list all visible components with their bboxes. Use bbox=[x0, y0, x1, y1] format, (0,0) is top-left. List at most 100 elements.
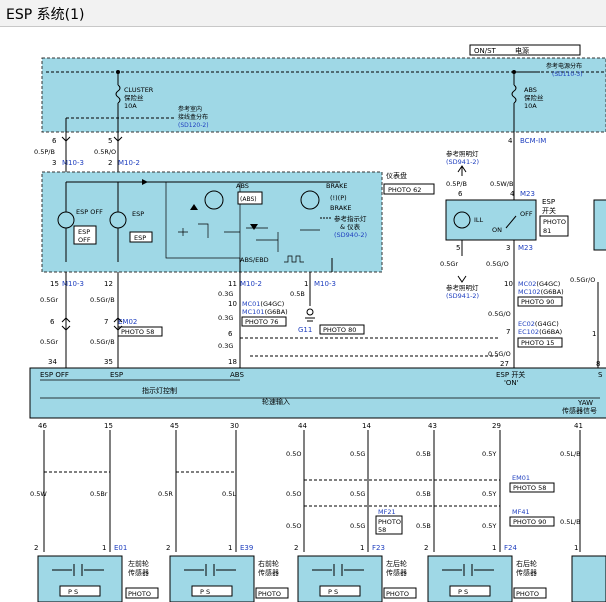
esp-switch-ref-illum2: 参考照明灯 bbox=[446, 283, 479, 292]
connector-m10-3: M10-3 bbox=[62, 159, 84, 167]
sensor-name: 左前轮 bbox=[128, 559, 149, 568]
module-label-esp-switch: ESP 开关 bbox=[496, 370, 525, 379]
wire-label: 0.3G bbox=[218, 290, 233, 298]
sensor-photo: PHOTO bbox=[258, 590, 281, 598]
ref-indicator-line1: 参考指示灯 bbox=[334, 214, 367, 223]
wire-label: 0.5Gr bbox=[440, 260, 458, 268]
connector-mf41: MF41 bbox=[512, 508, 530, 516]
pin-label: 1 bbox=[492, 544, 496, 552]
pin-label: 12 bbox=[104, 280, 113, 288]
sensor-ps: P S bbox=[200, 588, 210, 596]
wire-label: 0.5Gr bbox=[40, 338, 58, 346]
wire-label: 0.5G/O bbox=[488, 350, 511, 358]
connector-m23: M23 bbox=[520, 190, 535, 198]
wire-label: 0.5P/B bbox=[446, 180, 467, 188]
abs-label: ABS bbox=[236, 182, 249, 190]
power-switch-label: ON/ST bbox=[474, 47, 497, 55]
sensor-ps: P S bbox=[458, 588, 468, 596]
pin-label: 5 bbox=[108, 137, 112, 145]
wire-label: 0.5G/O bbox=[488, 310, 511, 318]
wire-label: 0.5O bbox=[286, 450, 301, 458]
power-label: 电源 bbox=[515, 46, 529, 55]
module-pin: 45 bbox=[170, 422, 179, 430]
interior-ref-code: (SD120-2) bbox=[178, 122, 209, 129]
wire-label: 0.5G bbox=[350, 490, 365, 498]
sensor-sub: 传感器 bbox=[386, 568, 407, 577]
module-pin: 41 bbox=[574, 422, 583, 430]
connector-m10-2: M10-2 bbox=[118, 159, 140, 167]
sensor-right-front: 2 1 E39 P S 右前轮 传感器 PHOTO bbox=[166, 544, 289, 602]
module-label-esp: ESP bbox=[110, 371, 123, 379]
pin-label: 1 bbox=[304, 280, 308, 288]
pin-label: 1 bbox=[574, 544, 578, 552]
esp-switch-off: OFF bbox=[520, 210, 533, 218]
pin-label: 18 bbox=[228, 358, 237, 366]
bcm-label: BCM-IM bbox=[520, 137, 546, 145]
brake-symbol: (!)(P) bbox=[330, 194, 347, 202]
wire-label: 0.5B bbox=[416, 490, 431, 498]
wire-label: 0.3G bbox=[218, 314, 233, 322]
wire-label: 0.5Gr bbox=[40, 296, 58, 304]
pin-label: 3 bbox=[52, 159, 56, 167]
pin-label: 27 bbox=[500, 360, 509, 368]
photo-90-b: PHOTO 90 bbox=[513, 518, 546, 526]
photo-80: PHOTO 80 bbox=[323, 326, 356, 334]
wire-label: 0.5B bbox=[290, 290, 305, 298]
connector-m10-2: M10-2 bbox=[240, 280, 262, 288]
module-pin: 29 bbox=[492, 422, 501, 430]
esp-switch-ref-code: (SD941-2) bbox=[446, 158, 479, 166]
pin-label: 2 bbox=[166, 544, 170, 552]
pin-label: 1 bbox=[102, 544, 106, 552]
sensor-left-front: 2 1 E01 P S 左前轮 传感器 PHOTO bbox=[34, 544, 159, 602]
wire-label: 0.5Gr/B bbox=[90, 338, 115, 346]
pin-label: 2 bbox=[294, 544, 298, 552]
pin-label: 6 bbox=[458, 190, 463, 198]
esp-switch-title: ESP bbox=[542, 198, 555, 206]
photo-58-b: PHOTO 58 bbox=[513, 484, 546, 492]
esp-off-box-line2: OFF bbox=[78, 236, 91, 244]
pin-label: 2 bbox=[108, 159, 112, 167]
bcm-pin: 4 bbox=[508, 137, 513, 145]
yaw-label: YAW bbox=[577, 399, 593, 407]
wire-label: 0.5G/O bbox=[486, 260, 509, 268]
pin-label: 7 bbox=[104, 318, 108, 326]
interior-ref-line2: 接线盒分布 bbox=[178, 113, 208, 121]
esp-switch-ill: ILL bbox=[474, 216, 484, 224]
wire-label: 0.5Y bbox=[482, 490, 496, 498]
pin-label: 1 bbox=[360, 544, 364, 552]
cluster-photo: PHOTO 62 bbox=[388, 186, 421, 194]
pin-label: 2 bbox=[424, 544, 428, 552]
wire-label: 0.5W/B bbox=[490, 180, 513, 188]
sensor-ps: P S bbox=[68, 588, 78, 596]
sensor-photo: PHOTO bbox=[386, 590, 409, 598]
esp-switch-ref-illum: 参考照明灯 bbox=[446, 149, 479, 158]
sensor-sub: 传感器 bbox=[258, 568, 279, 577]
ref-indicator-code: (SD940-2) bbox=[334, 231, 367, 239]
wire-label: 0.5Gr/B bbox=[90, 296, 115, 304]
wiring-schematic: ON/ST 电源 参考电源分布 (SD110-3) CLUSTER 保险丝 10… bbox=[29, 44, 606, 602]
brake-sub: BRAKE bbox=[330, 204, 352, 212]
esp-off-box-line1: ESP bbox=[78, 228, 90, 236]
sensor-photo: PHOTO bbox=[516, 590, 539, 598]
module-pin: 46 bbox=[38, 422, 47, 430]
sensor-right-rear: 2 1 F24 P S 右后轮 传感器 PHOTO bbox=[424, 544, 547, 602]
indicator-control-label: 指示灯控制 bbox=[142, 386, 177, 395]
cluster-fuse-name: CLUSTER bbox=[124, 86, 154, 94]
esp-switch-on: ON bbox=[492, 226, 502, 234]
wire-label: 0.5G bbox=[350, 522, 365, 530]
esp-off-icon-label: ESP OFF bbox=[76, 208, 103, 216]
connector-mc02: MC02(G4GC) bbox=[518, 280, 560, 288]
pin-label: 5 bbox=[456, 244, 460, 252]
wire-label: 0.5O bbox=[286, 522, 301, 530]
module-pin: 15 bbox=[104, 422, 113, 430]
wire-label: 0.5O bbox=[286, 490, 301, 498]
yaw-sub-label: 传感器信号 bbox=[562, 406, 597, 415]
window-title-bar: ESP 系统(1) bbox=[0, 0, 606, 27]
esp-switch-photo-num: 81 bbox=[543, 227, 551, 235]
photo-58: PHOTO 58 bbox=[121, 328, 154, 336]
wire-label: 0.5P/B bbox=[34, 148, 55, 156]
wire-label: 0.5Y bbox=[482, 450, 496, 458]
esp-icon-label: ESP bbox=[132, 210, 144, 218]
pin-label: 34 bbox=[48, 358, 57, 366]
wire-label: 0.5W bbox=[30, 490, 47, 498]
